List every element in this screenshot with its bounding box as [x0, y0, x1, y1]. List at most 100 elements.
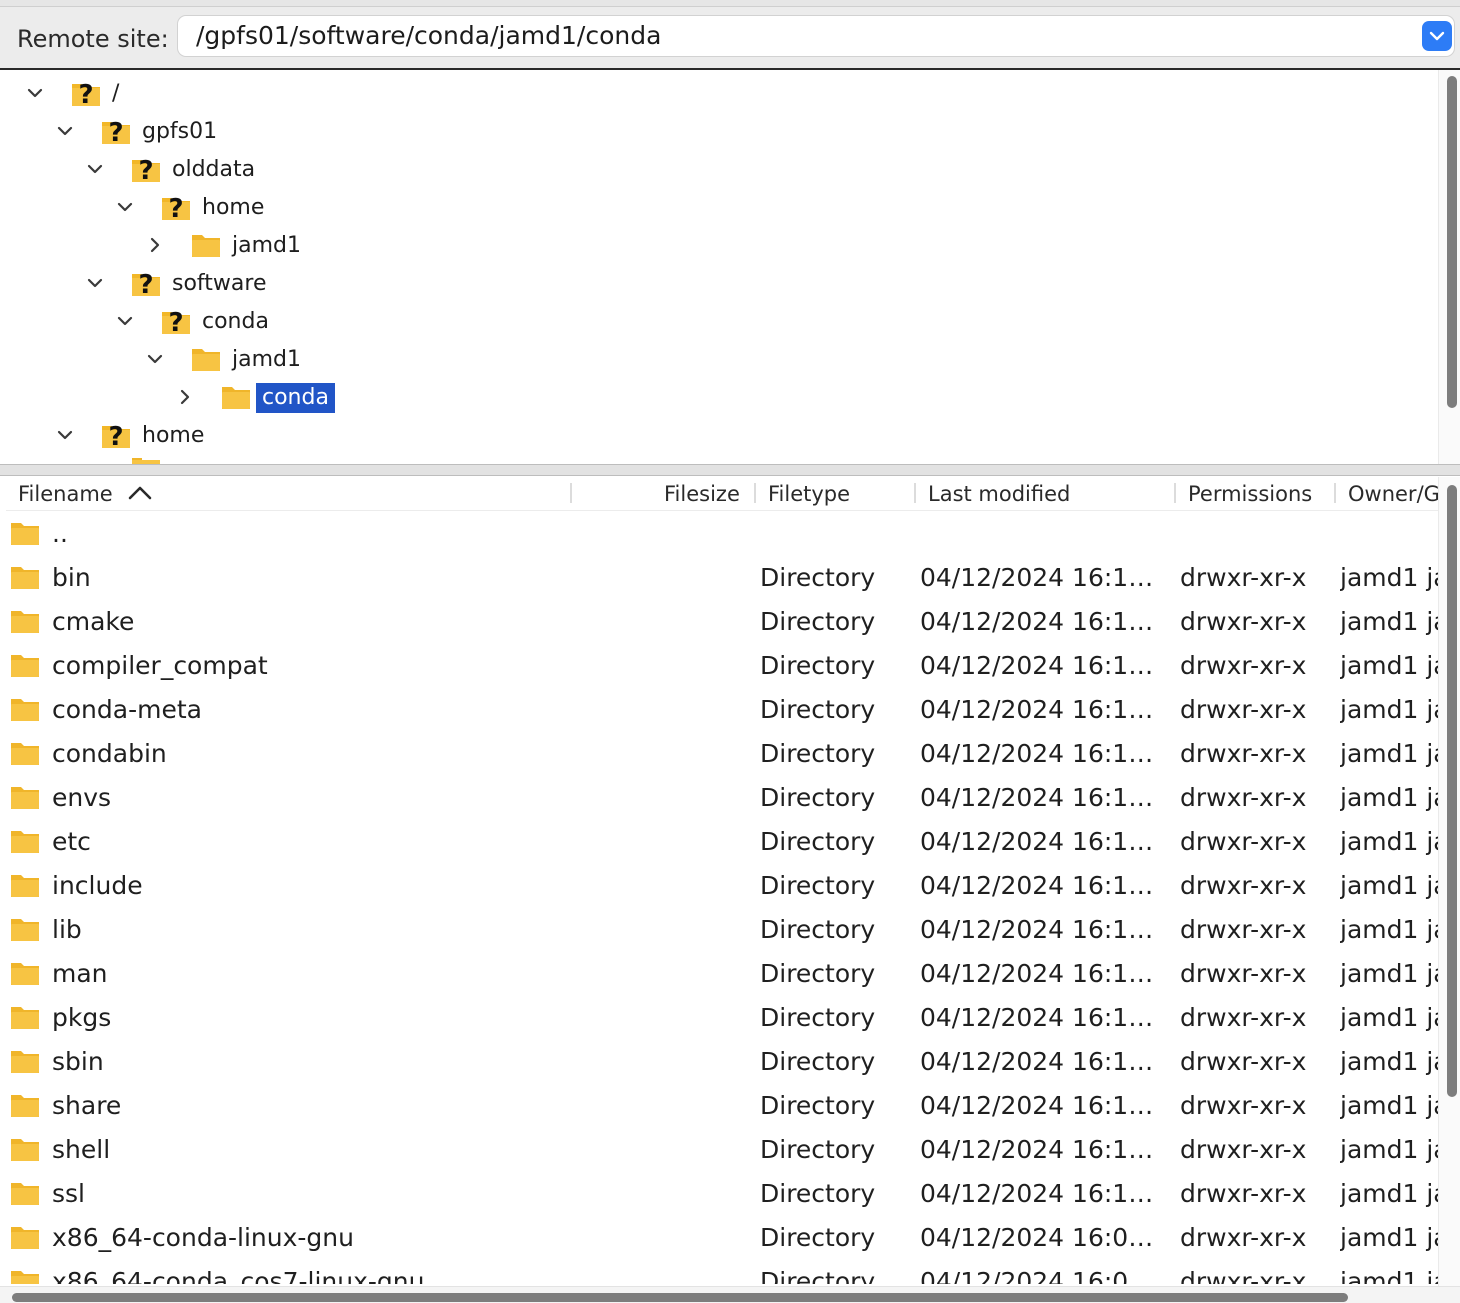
column-divider[interactable] [1174, 483, 1176, 503]
file-last-modified: 04/12/2024 16:10:... [920, 783, 1166, 812]
chevron-down-icon[interactable] [56, 122, 74, 140]
column-header-filesize[interactable]: Filesize [664, 482, 740, 506]
file-row[interactable]: share Directory 04/12/2024 16:10:... drwxr-… [6, 1084, 1438, 1128]
file-name: condabin [52, 739, 167, 768]
pane-splitter[interactable] [0, 464, 1460, 476]
tree-node-label[interactable]: olddata [166, 155, 261, 185]
tree-node[interactable]: ? / [6, 74, 1438, 112]
chevron-down-icon[interactable] [116, 312, 134, 330]
file-row[interactable]: man Directory 04/12/2024 16:10:... drwxr-xr… [6, 952, 1438, 996]
file-row[interactable]: conda-meta Directory 04/12/2024 16:10:... d… [6, 688, 1438, 732]
tree-node[interactable]: ? home [6, 416, 1438, 454]
column-divider[interactable] [570, 483, 572, 503]
tree-node-label[interactable]: jamd1 [226, 345, 307, 375]
tree-node-label[interactable]: jamd1 [226, 231, 307, 261]
file-last-modified: 04/12/2024 16:09... [920, 1267, 1166, 1284]
tree-node-label[interactable]: conda [196, 307, 275, 337]
question-folder-icon: ? [72, 80, 100, 108]
tree-node-label[interactable]: home [196, 193, 270, 223]
chevron-down-icon[interactable] [26, 84, 44, 102]
file-name: ssl [52, 1179, 85, 1208]
column-header-last-modified[interactable]: Last modified [928, 482, 1070, 506]
file-last-modified: 04/12/2024 16:10:... [920, 1179, 1166, 1208]
tree-node[interactable]: ? home [6, 188, 1438, 226]
file-row[interactable]: lib Directory 04/12/2024 16:10:... drwxr-xr… [6, 908, 1438, 952]
file-permissions: drwxr-xr-x [1180, 959, 1307, 988]
file-permissions: drwxr-xr-x [1180, 1003, 1307, 1032]
file-row[interactable]: x86_64-conda-linux-gnu Directory 04/12/202… [6, 1216, 1438, 1260]
file-owner: jamd1 ja [1340, 1047, 1438, 1076]
column-divider[interactable] [1334, 483, 1336, 503]
file-row[interactable]: x86_64-conda_cos7-linux-gnu Directory 04/1… [6, 1260, 1438, 1284]
file-last-modified: 04/12/2024 16:10:... [920, 563, 1166, 592]
folder-icon [11, 1183, 39, 1205]
file-list-vertical-scrollbar-thumb[interactable] [1447, 485, 1457, 1097]
tree-node-label[interactable]: software [166, 269, 272, 299]
file-row[interactable]: envs Directory 04/12/2024 16:10:... drwxr-x… [6, 776, 1438, 820]
remote-site-dropdown-button[interactable] [1422, 21, 1452, 51]
tree-scrollbar-thumb[interactable] [1447, 76, 1457, 408]
tree-node-label[interactable]: gpfs01 [136, 117, 223, 147]
file-row[interactable]: sbin Directory 04/12/2024 16:10:... drwxr-x… [6, 1040, 1438, 1084]
tree-node-label[interactable]: home [136, 421, 210, 451]
file-permissions: drwxr-xr-x [1180, 1267, 1307, 1284]
file-owner: jamd1 ja [1340, 739, 1438, 768]
chevron-right-icon[interactable] [176, 388, 194, 406]
column-header-owner[interactable]: Owner/G [1348, 482, 1440, 506]
column-header-filetype[interactable]: Filetype [768, 482, 850, 506]
file-list-vertical-scrollbar[interactable] [1438, 477, 1460, 1287]
column-divider[interactable] [754, 483, 756, 503]
file-row[interactable]: condabin Directory 04/12/2024 16:10:... drw… [6, 732, 1438, 776]
chevron-down-icon[interactable] [146, 350, 164, 368]
tree-node[interactable]: ? software [6, 264, 1438, 302]
chevron-down-icon[interactable] [86, 274, 104, 292]
file-row[interactable]: bin Directory 04/12/2024 16:10:... drwxr-xr… [6, 556, 1438, 600]
folder-icon [11, 875, 39, 897]
tree-node-label[interactable]: / [106, 79, 125, 109]
column-header-permissions[interactable]: Permissions [1188, 482, 1312, 506]
file-row[interactable]: shell Directory 04/12/2024 16:10:... drwxr-… [6, 1128, 1438, 1172]
file-last-modified: 04/12/2024 16:10:... [920, 651, 1166, 680]
file-list-horizontal-scrollbar[interactable] [0, 1286, 1460, 1303]
chevron-down-icon[interactable] [56, 426, 74, 444]
tree-node[interactable]: ? olddata [6, 150, 1438, 188]
chevron-down-icon[interactable] [116, 198, 134, 216]
file-row[interactable]: ssl Directory 04/12/2024 16:10:... drwxr-xr… [6, 1172, 1438, 1216]
folder-icon [192, 349, 220, 371]
parent-directory-row[interactable]: .. [6, 512, 1438, 556]
tree-node-label[interactable]: conda [256, 383, 335, 413]
file-name: include [52, 871, 143, 900]
file-type: Directory [760, 1003, 876, 1032]
file-permissions: drwxr-xr-x [1180, 1223, 1307, 1252]
file-row[interactable]: include Directory 04/12/2024 16:10:... drwx… [6, 864, 1438, 908]
file-name: x86_64-conda-linux-gnu [52, 1223, 354, 1252]
file-name: compiler_compat [52, 651, 268, 680]
file-row[interactable]: pkgs Directory 04/12/2024 16:10:... drwxr-x… [6, 996, 1438, 1040]
column-header-filename[interactable]: Filename [18, 482, 113, 506]
file-row[interactable]: compiler_compat Directory 04/12/2024 16:10… [6, 644, 1438, 688]
tree-scrollbar[interactable] [1438, 70, 1460, 464]
chevron-right-icon[interactable] [146, 236, 164, 254]
file-owner: jamd1 ja [1340, 1223, 1438, 1252]
remote-site-path[interactable]: /gpfs01/software/conda/jamd1/conda [196, 21, 661, 50]
tree-node[interactable]: jamd1 [6, 340, 1438, 378]
file-row[interactable]: cmake Directory 04/12/2024 16:10:... drwxr-… [6, 600, 1438, 644]
file-permissions: drwxr-xr-x [1180, 739, 1307, 768]
column-divider[interactable] [914, 483, 916, 503]
file-permissions: drwxr-xr-x [1180, 563, 1307, 592]
folder-icon [192, 235, 220, 257]
tree-node[interactable]: conda [6, 378, 1438, 416]
window-top-edge [0, 0, 1460, 7]
file-row[interactable]: etc Directory 04/12/2024 16:10:... drwxr-xr… [6, 820, 1438, 864]
tree-node[interactable]: ? gpfs01 [6, 112, 1438, 150]
chevron-down-icon[interactable] [86, 160, 104, 178]
remote-site-bar: Remote site: /gpfs01/software/conda/jamd… [0, 7, 1460, 70]
file-list-horizontal-scrollbar-thumb[interactable] [12, 1293, 1348, 1302]
tree-node[interactable]: ? conda [6, 302, 1438, 340]
remote-file-list[interactable]: .. bin Directory 04/12/2024 16:10:... drwxr-… [6, 512, 1438, 1284]
remote-site-combobox[interactable]: /gpfs01/software/conda/jamd1/conda [178, 16, 1454, 56]
file-last-modified: 04/12/2024 16:10:... [920, 1047, 1166, 1076]
remote-directory-tree[interactable]: ? /? gpfs01? olddata? home jamd1? software? con… [6, 70, 1438, 464]
chevron-down-icon [1429, 31, 1445, 41]
tree-node[interactable]: jamd1 [6, 226, 1438, 264]
